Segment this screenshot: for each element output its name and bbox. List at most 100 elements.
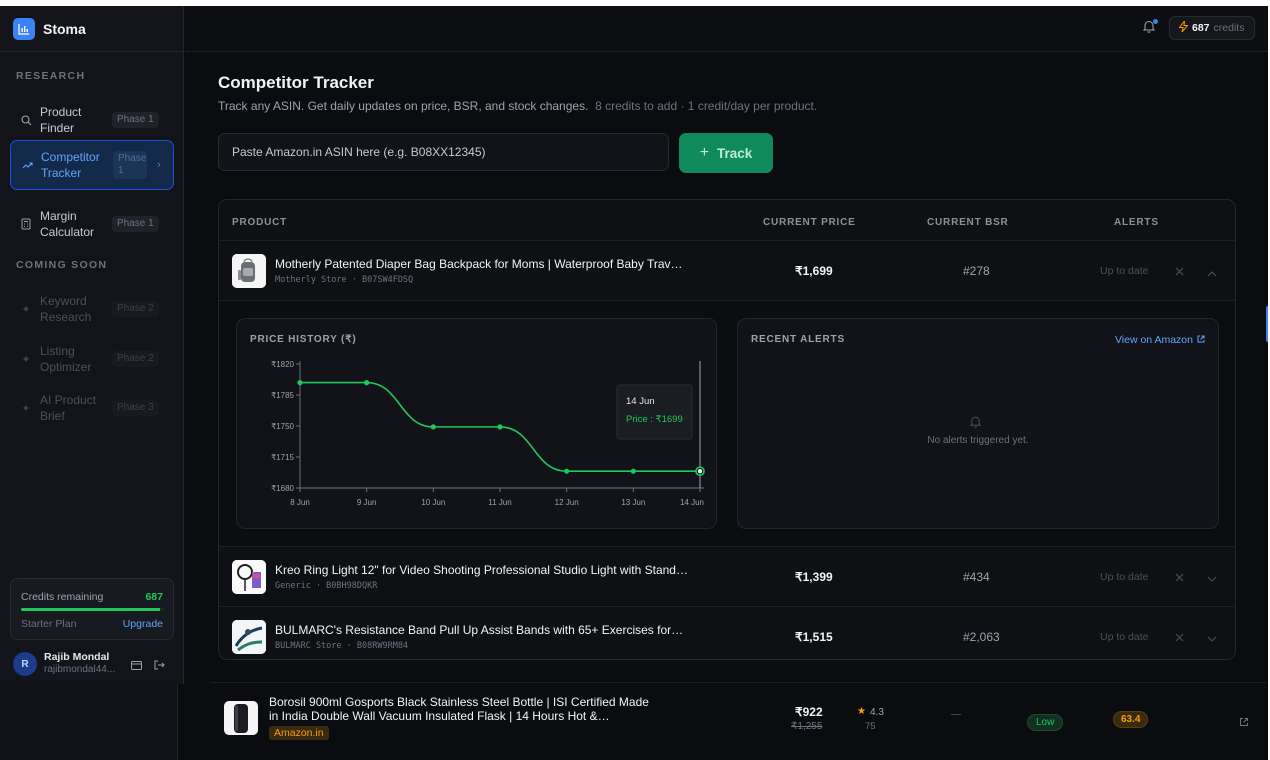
chevron-down-icon[interactable] bbox=[1207, 570, 1217, 588]
notification-dot bbox=[1153, 19, 1158, 24]
x-tick-label: 14 Jun bbox=[680, 498, 704, 507]
chevron-up-icon[interactable] bbox=[1207, 264, 1217, 282]
phase-badge: Phase 1 bbox=[112, 216, 159, 232]
track-label: Track bbox=[717, 145, 753, 161]
data-point bbox=[497, 424, 503, 430]
current-price: ₹922 bbox=[795, 705, 823, 719]
top-bar: 687 credits bbox=[185, 6, 1268, 52]
coming-soon-heading: COMING SOON bbox=[16, 259, 108, 271]
avatar[interactable]: R bbox=[13, 652, 37, 676]
product-thumbnail bbox=[232, 620, 266, 654]
empty-value-dash bbox=[951, 714, 961, 715]
sidebar-item-ai-product-brief: ✦ AI Product Brief Phase 3 bbox=[10, 383, 174, 433]
product-meta: BULMARC Store · B08RW9RM84 bbox=[275, 641, 409, 651]
phase-badge: Phase 1 bbox=[113, 151, 147, 179]
active-data-point-core bbox=[697, 468, 703, 474]
logout-icon[interactable] bbox=[154, 657, 165, 675]
sparkle-icon: ✦ bbox=[21, 303, 31, 316]
scrollbar-track[interactable] bbox=[1266, 66, 1268, 760]
sidebar-item-listing-optimizer: ✦ Listing Optimizer Phase 2 bbox=[10, 334, 174, 384]
y-tick-label: ₹1680 bbox=[271, 484, 294, 493]
sidebar-item-label: Listing Optimizer bbox=[40, 344, 92, 374]
external-link-icon[interactable] bbox=[1239, 714, 1249, 732]
remove-icon[interactable] bbox=[1175, 629, 1184, 647]
upgrade-link[interactable]: Upgrade bbox=[123, 618, 163, 630]
sidebar-item-label: Margin Calculator bbox=[40, 209, 95, 239]
sparkle-icon: ✦ bbox=[21, 402, 31, 415]
product-name[interactable]: Borosil 900ml Gosports Black Stainless S… bbox=[269, 695, 649, 723]
chevron-down-icon[interactable] bbox=[1207, 630, 1217, 648]
brand[interactable]: Stoma bbox=[0, 6, 184, 52]
credits-progress-fill bbox=[21, 608, 160, 611]
credits-pill[interactable]: 687 credits bbox=[1169, 16, 1255, 40]
sidebar-item-product-finder[interactable]: Product Finder Phase 1 bbox=[10, 95, 174, 145]
current-bsr: #278 bbox=[963, 264, 990, 278]
y-tick-label: ₹1820 bbox=[271, 360, 294, 369]
calculator-icon bbox=[20, 218, 32, 230]
y-tick-label: ₹1750 bbox=[271, 422, 294, 431]
sidebar-item-margin-calculator[interactable]: Margin Calculator Phase 1 bbox=[10, 199, 174, 249]
credits-value: 687 bbox=[145, 591, 163, 603]
asin-input[interactable] bbox=[218, 133, 669, 171]
credits-card: Credits remaining 687 Starter Plan Upgra… bbox=[10, 578, 174, 640]
expanded-details: PRICE HISTORY (₹) ₹1820 ₹1785 ₹1750 ₹1715 ₹1… bbox=[219, 300, 1235, 546]
product-name[interactable]: Kreo Ring Light 12" for Video Shooting P… bbox=[275, 563, 688, 577]
data-point bbox=[564, 468, 570, 474]
price-history-chart: ₹1820 ₹1785 ₹1750 ₹1715 ₹1680 8 Jun 9 Jun 10 Ju… bbox=[271, 360, 705, 507]
remove-icon[interactable] bbox=[1175, 569, 1184, 587]
subtitle-note: 8 credits to add · 1 credit/day per prod… bbox=[595, 99, 818, 113]
chart-logo-icon bbox=[13, 17, 35, 40]
search-icon bbox=[20, 114, 32, 126]
store-badge: Amazon.in bbox=[269, 726, 329, 740]
sidebar-item-label: AI Product Brief bbox=[40, 393, 97, 423]
user-row: R Rajib Mondal rajibmondal44... bbox=[0, 648, 184, 684]
current-bsr: #434 bbox=[963, 570, 990, 584]
phase-badge: Phase 3 bbox=[112, 400, 159, 416]
table-row[interactable]: Motherly Patented Diaper Bag Backpack fo… bbox=[219, 240, 1235, 300]
track-button[interactable]: + Track bbox=[679, 133, 773, 173]
page-title: Competitor Tracker bbox=[218, 73, 374, 92]
review-count: 75 bbox=[865, 721, 876, 732]
tracker-table: PRODUCT CURRENT PRICE CURRENT BSR ALERTS… bbox=[218, 199, 1236, 660]
user-email: rajibmondal44... bbox=[44, 664, 116, 675]
scrollbar-thumb[interactable] bbox=[1266, 306, 1268, 342]
lightning-icon bbox=[1178, 19, 1189, 35]
x-tick-label: 12 Jun bbox=[555, 498, 579, 507]
y-tick-label: ₹1715 bbox=[271, 453, 294, 462]
alert-status: Up to date bbox=[1100, 265, 1149, 277]
background-panel bbox=[0, 684, 178, 760]
table-row[interactable]: Kreo Ring Light 12" for Video Shooting P… bbox=[219, 546, 1235, 606]
y-tick-label: ₹1785 bbox=[271, 391, 294, 400]
recent-alerts-card: RECENT ALERTS View on Amazon No alerts t… bbox=[737, 318, 1219, 529]
credits-progress-bar bbox=[21, 608, 164, 611]
product-thumbnail bbox=[224, 701, 258, 735]
tooltip-date: 14 Jun bbox=[626, 396, 655, 407]
rating-value: 4.3 bbox=[870, 707, 884, 718]
external-link-icon bbox=[1197, 334, 1205, 346]
chevron-right-icon: › bbox=[157, 159, 161, 171]
sparkle-icon: ✦ bbox=[21, 353, 31, 366]
app-window: Stoma RESEARCH Product Finder Phase 1 Co… bbox=[0, 6, 1268, 760]
billing-card-icon[interactable] bbox=[131, 657, 142, 675]
subtitle-text: Track any ASIN. Get daily updates on pri… bbox=[218, 99, 589, 113]
data-point bbox=[364, 380, 370, 386]
original-price: ₹1,255 bbox=[791, 721, 823, 732]
alert-status: Up to date bbox=[1100, 571, 1149, 583]
product-meta: Generic · B0BH98DQKR bbox=[275, 581, 378, 591]
table-row[interactable]: BULMARC's Resistance Band Pull Up Assist… bbox=[219, 606, 1235, 659]
view-on-amazon-link[interactable]: View on Amazon bbox=[1115, 334, 1205, 346]
phase-badge: Phase 1 bbox=[112, 112, 159, 128]
phase-badge: Phase 2 bbox=[112, 351, 159, 367]
sidebar-item-competitor-tracker[interactable]: Competitor Tracker Phase 1 › bbox=[10, 140, 174, 190]
product-name[interactable]: BULMARC's Resistance Band Pull Up Assist… bbox=[275, 623, 683, 637]
current-price: ₹1,399 bbox=[795, 570, 833, 584]
product-thumbnail bbox=[232, 254, 266, 288]
x-tick-label: 11 Jun bbox=[488, 498, 511, 507]
credits-label: Credits remaining bbox=[21, 591, 104, 603]
score-badge: 63.4 bbox=[1113, 711, 1149, 728]
product-finder-row[interactable]: Borosil 900ml Gosports Black Stainless S… bbox=[210, 682, 1268, 752]
product-name[interactable]: Motherly Patented Diaper Bag Backpack fo… bbox=[275, 257, 683, 271]
current-price: ₹1,699 bbox=[795, 264, 833, 278]
remove-icon[interactable] bbox=[1175, 263, 1184, 281]
current-bsr: #2,063 bbox=[963, 630, 1000, 644]
